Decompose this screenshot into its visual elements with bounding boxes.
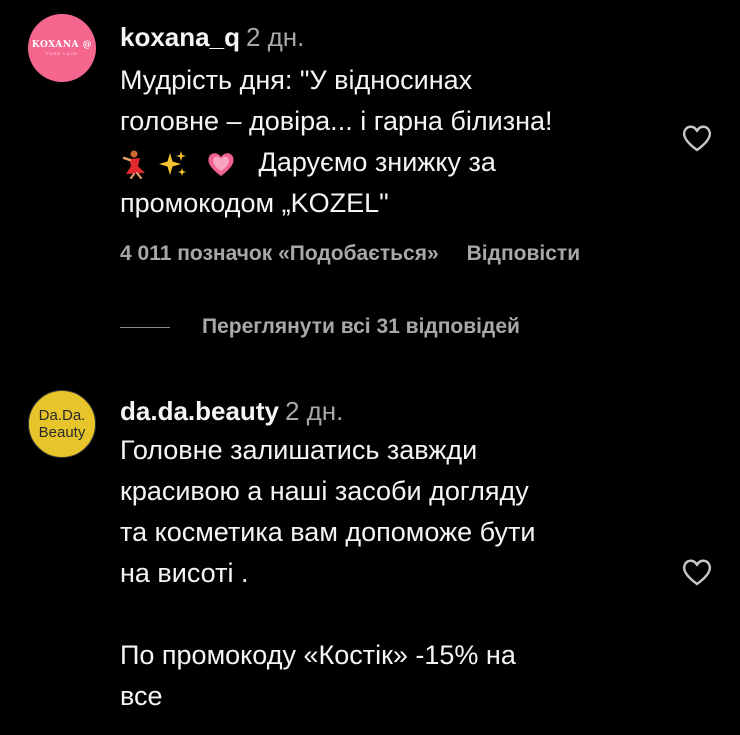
comment-text: Мудрість дня: "У відносинах головне – до… [120,60,660,224]
comment-line-text: Даруємо знижку за [258,147,496,177]
heart-outline-icon[interactable] [680,556,714,588]
comment-header: da.da.beauty 2 дн. [120,396,343,426]
comment-line: красивою а наші засоби догляду [120,476,529,506]
view-replies-label: Переглянути всі 31 відповідей [202,315,520,338]
growing-heart-emoji [208,153,234,176]
comment-line: на висоті . [120,558,249,588]
comment-meta: 4 011 позначок «Подобається» Відповісти [120,242,580,266]
thread-divider [120,326,170,328]
avatar[interactable]: Da.Da. Beauty [28,390,96,458]
comment-line: промокодом „KOZEL" [120,188,389,218]
comment-timestamp: 2 дн. [245,22,305,52]
dancer-emoji [122,150,145,179]
avatar-text-line: Da.Da. [38,407,86,424]
view-replies-button[interactable]: Переглянути всі 31 відповідей [120,315,520,339]
heart-outline-icon[interactable] [680,122,714,154]
comment-timestamp: 2 дн. [284,396,344,426]
comment-line: По промокоду «Костік» -15% на [120,640,516,670]
comment-line: та косметика вам допоможе бути [120,517,536,547]
comment-spacer [120,594,660,635]
reply-button[interactable]: Відповісти [467,242,580,265]
avatar-text-line: Beauty [38,424,86,441]
avatar-brand-text: KOXANA @ [31,40,93,50]
comment-header: koxana_q 2 дн. [120,22,304,52]
comment-text: Головне залишатись завжди красивою а наш… [120,430,660,717]
comment-line: все [120,681,163,711]
avatar-sub-text: PURE LACE [46,51,78,56]
comment-line: Головне залишатись завжди [120,435,478,465]
sparkles-emoji [158,150,186,176]
avatar[interactable]: KOXANA @ PURE LACE [28,14,96,82]
comment-line: Мудрість дня: "У відносинах [120,65,473,95]
username-link[interactable]: koxana_q [120,22,240,52]
comment-line: головне – довіра... і гарна білизна! [120,106,553,136]
likes-count-link[interactable]: 4 011 позначок «Подобається» [120,242,439,265]
comment-line: Даруємо знижку за [120,142,660,183]
username-link[interactable]: da.da.beauty [120,396,279,426]
